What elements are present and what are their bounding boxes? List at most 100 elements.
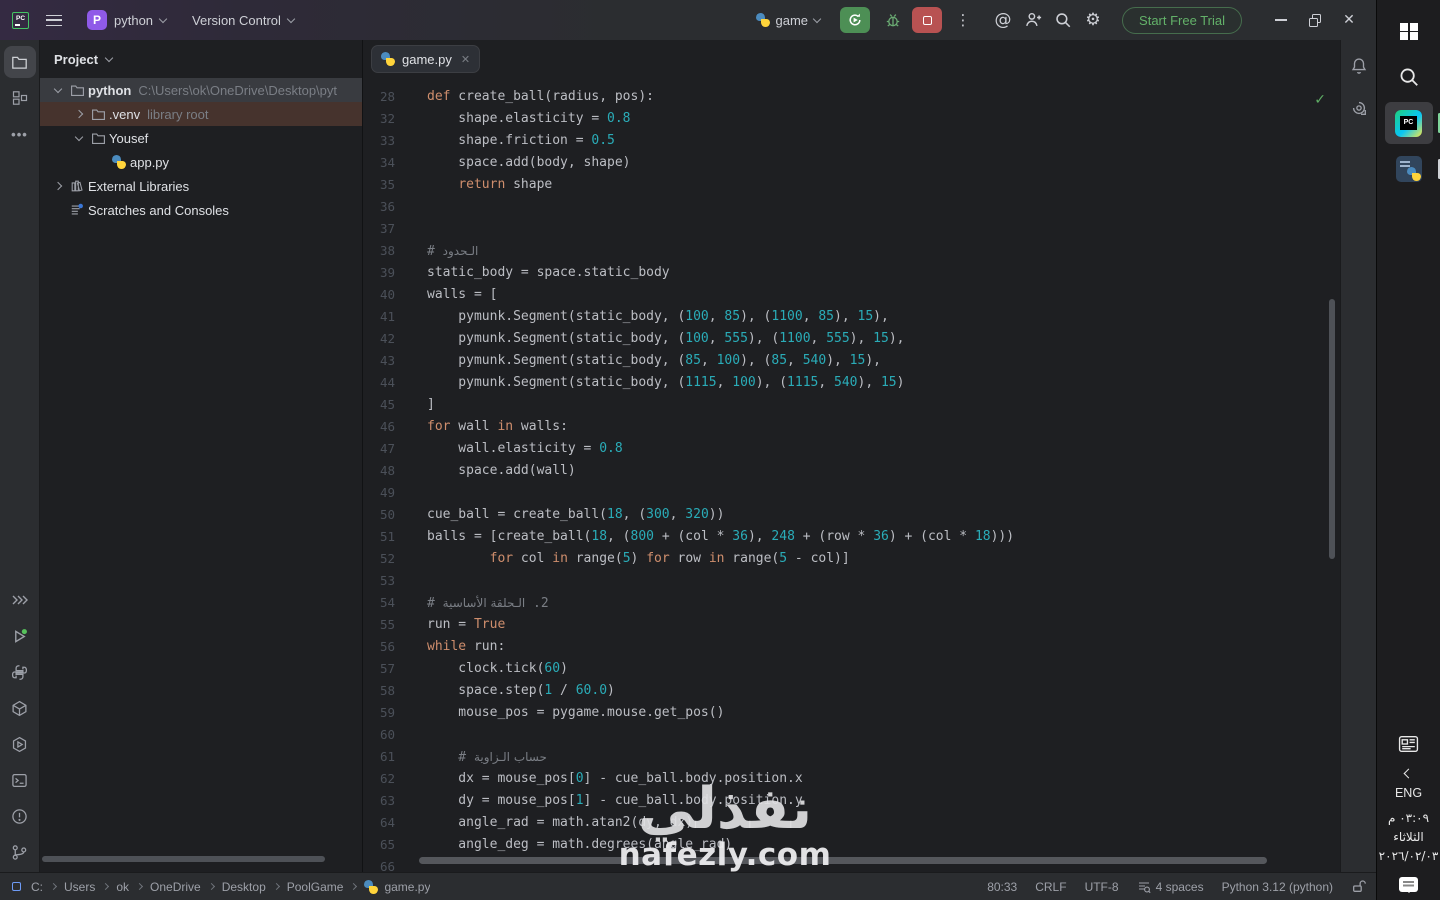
line-number[interactable]: 46: [363, 416, 401, 438]
project-horizontal-scrollbar[interactable]: [42, 856, 325, 862]
line-number[interactable]: 40: [363, 284, 401, 306]
line-number[interactable]: 66: [363, 856, 401, 872]
line-number[interactable]: 45: [363, 394, 401, 416]
chevron-down-icon[interactable]: [50, 84, 66, 94]
tree-item-app-py[interactable]: app.py: [40, 150, 362, 174]
tree-item-external-libraries[interactable]: External Libraries: [40, 174, 362, 198]
line-number[interactable]: 59: [363, 702, 401, 724]
expand-tools-button[interactable]: [4, 584, 36, 616]
code-line[interactable]: 59 mouse_pos = pygame.mouse.get_pos(): [363, 702, 1340, 724]
line-number[interactable]: 36: [363, 196, 401, 218]
line-number[interactable]: 41: [363, 306, 401, 328]
code-line[interactable]: 53: [363, 570, 1340, 592]
services-tool-button[interactable]: [4, 728, 36, 760]
line-number[interactable]: 39: [363, 262, 401, 284]
code-line[interactable]: 37: [363, 218, 1340, 240]
settings-button[interactable]: ⚙: [1078, 5, 1108, 35]
structure-tool-button[interactable]: [4, 82, 36, 114]
run-tool-button[interactable]: [4, 620, 36, 652]
code-line[interactable]: 52 for col in range(5) for row in range(…: [363, 548, 1340, 570]
project-widget[interactable]: P python: [79, 6, 174, 34]
code-line[interactable]: 33 shape.friction = 0.5: [363, 130, 1340, 152]
version-control-tool-button[interactable]: [4, 836, 36, 868]
code-line[interactable]: 34 space.add(body, shape): [363, 152, 1340, 174]
line-number[interactable]: 38: [363, 240, 401, 262]
breadcrumb-item[interactable]: OneDrive: [150, 880, 201, 894]
breadcrumb-item[interactable]: C:: [31, 880, 43, 894]
line-number[interactable]: 57: [363, 658, 401, 680]
code-line[interactable]: 38 # الـحدود: [363, 240, 1340, 262]
taskbar-pycharm-button[interactable]: PC: [1384, 102, 1440, 144]
line-number[interactable]: 32: [363, 108, 401, 130]
code-line[interactable]: 36: [363, 196, 1340, 218]
indent-setting[interactable]: 4 spaces: [1137, 880, 1204, 894]
start-free-trial-button[interactable]: Start Free Trial: [1122, 6, 1242, 34]
rerun-button[interactable]: [840, 7, 871, 33]
line-number[interactable]: 49: [363, 482, 401, 504]
line-number[interactable]: 54: [363, 592, 401, 614]
language-indicator[interactable]: ENG: [1395, 786, 1422, 800]
code-line[interactable]: 47 wall.elasticity = 0.8: [363, 438, 1340, 460]
line-number[interactable]: 50: [363, 504, 401, 526]
code-line[interactable]: 42 pymunk.Segment(static_body, (100, 555…: [363, 328, 1340, 350]
line-number[interactable]: 55: [363, 614, 401, 636]
project-tool-button[interactable]: [3, 46, 36, 78]
code-line[interactable]: 55 run = True: [363, 614, 1340, 636]
line-number[interactable]: 37: [363, 218, 401, 240]
restore-button[interactable]: [1298, 5, 1332, 35]
tab-close-icon[interactable]: ✕: [461, 53, 470, 66]
code-line[interactable]: 41 pymunk.Segment(static_body, (100, 85)…: [363, 306, 1340, 328]
line-number[interactable]: 52: [363, 548, 401, 570]
line-number[interactable]: 62: [363, 768, 401, 790]
ai-assistant-tool-button[interactable]: [1343, 92, 1375, 124]
code-editor[interactable]: 28 def create_ball(radius, pos): 32 shape.…: [363, 78, 1340, 872]
breadcrumb-item[interactable]: PoolGame: [287, 880, 344, 894]
line-number[interactable]: 53: [363, 570, 401, 592]
line-number[interactable]: 35: [363, 174, 401, 196]
minimize-button[interactable]: [1264, 5, 1298, 35]
line-number[interactable]: 28: [363, 86, 401, 108]
tree-item-python[interactable]: python C:\Users\ok\OneDrive\Desktop\pyt: [40, 78, 362, 102]
code-line[interactable]: 64 angle_rad = math.atan2(dy, dx): [363, 812, 1340, 834]
line-number[interactable]: 44: [363, 372, 401, 394]
start-button[interactable]: [1385, 10, 1433, 52]
code-line[interactable]: 46 for wall in walls:: [363, 416, 1340, 438]
python-interpreter[interactable]: Python 3.12 (python): [1222, 880, 1333, 894]
cursor-position[interactable]: 80:33: [987, 880, 1017, 894]
code-with-me-button[interactable]: [1018, 5, 1048, 35]
line-number[interactable]: 42: [363, 328, 401, 350]
editor-vertical-scrollbar[interactable]: [1329, 299, 1335, 559]
code-line[interactable]: 35 return shape: [363, 174, 1340, 196]
code-line[interactable]: 44 pymunk.Segment(static_body, (1115, 10…: [363, 372, 1340, 394]
main-menu-button[interactable]: [39, 5, 69, 35]
code-line[interactable]: 28 def create_ball(radius, pos):: [363, 86, 1340, 108]
tree-item-yousef[interactable]: Yousef: [40, 126, 362, 150]
line-number[interactable]: 33: [363, 130, 401, 152]
line-number[interactable]: 51: [363, 526, 401, 548]
readonly-toggle[interactable]: [1351, 879, 1366, 894]
version-control-menu[interactable]: Version Control: [184, 8, 302, 33]
taskbar-clock[interactable]: ٠٣:٠٩ م الثلاثاء ٢٠٢٦/٠٢/٠٣: [1379, 809, 1439, 866]
line-number[interactable]: 58: [363, 680, 401, 702]
tab-game-py[interactable]: game.py ✕: [371, 45, 481, 73]
line-number[interactable]: 64: [363, 812, 401, 834]
breadcrumb-item[interactable]: Desktop: [222, 880, 266, 894]
line-number[interactable]: 34: [363, 152, 401, 174]
chevron-right-icon[interactable]: [50, 181, 66, 191]
code-line[interactable]: 65 angle_deg = math.degrees(angle_rad): [363, 834, 1340, 856]
more-tool-windows-button[interactable]: •••: [4, 118, 36, 150]
line-number[interactable]: 47: [363, 438, 401, 460]
code-line[interactable]: 45]: [363, 394, 1340, 416]
code-line[interactable]: 40 walls = [: [363, 284, 1340, 306]
debug-button[interactable]: [878, 5, 908, 35]
line-number[interactable]: 43: [363, 350, 401, 372]
notifications-button[interactable]: [1343, 50, 1375, 82]
problems-tool-button[interactable]: [4, 800, 36, 832]
line-number[interactable]: 63: [363, 790, 401, 812]
editor-horizontal-scrollbar[interactable]: [419, 857, 1267, 864]
more-actions-button[interactable]: ⋮: [948, 5, 978, 35]
terminal-tool-button[interactable]: [4, 764, 36, 796]
code-line[interactable]: 60: [363, 724, 1340, 746]
code-line[interactable]: 61 # حساب الـزاوية: [363, 746, 1340, 768]
line-number[interactable]: 48: [363, 460, 401, 482]
